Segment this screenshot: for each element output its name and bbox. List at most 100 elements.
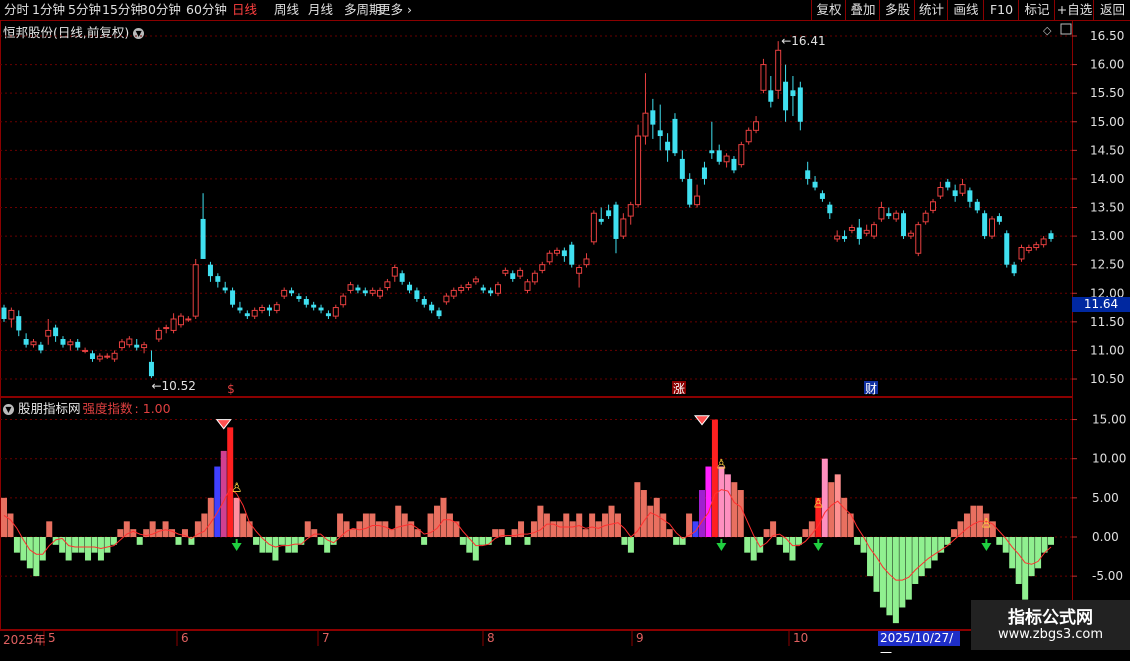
candle — [819, 190, 825, 202]
candle — [672, 113, 678, 157]
indicator-bar — [757, 537, 764, 553]
indicator-bar — [240, 513, 247, 537]
indicator-bar — [343, 521, 350, 537]
period-tab[interactable]: 30分钟 — [140, 2, 181, 18]
chart-canvas[interactable]: 16.50 16.00 15.50 15.00 14.50 14.00 13.50 13.00… — [0, 20, 1130, 650]
indicator-bar — [246, 521, 253, 537]
indicator-bar — [201, 513, 208, 537]
candle — [613, 201, 619, 254]
period-tab[interactable]: 5分钟 — [68, 2, 101, 18]
candle — [377, 287, 384, 299]
candle — [760, 58, 767, 94]
indicator-bar — [640, 490, 647, 537]
candle — [1011, 261, 1017, 277]
candle — [937, 181, 944, 199]
indicator-bar — [595, 521, 602, 537]
indicator-tick-label: 0.00 — [1092, 530, 1119, 544]
indicator-bar — [847, 513, 854, 537]
indicator-bar — [724, 474, 731, 537]
indicator-bar — [537, 505, 544, 537]
toolbar-button[interactable]: 复权 — [811, 0, 846, 20]
period-tab[interactable]: 多周期 — [344, 2, 382, 18]
candle — [790, 76, 796, 117]
period-tab[interactable]: 日线 — [232, 2, 257, 18]
candle — [399, 270, 405, 285]
candle — [495, 281, 502, 297]
candle — [465, 281, 472, 291]
indicator-bar — [317, 537, 324, 545]
candle — [185, 316, 192, 322]
indicator-bar — [175, 537, 182, 545]
period-tab[interactable]: 月线 — [308, 2, 333, 18]
candle — [118, 339, 125, 351]
indicator-bar — [918, 537, 925, 577]
person-signal-icon: ♙ — [716, 458, 728, 473]
indicator-tick-label: 15.00 — [1092, 413, 1126, 427]
candle — [650, 98, 656, 139]
event-mark[interactable]: 涨 — [673, 381, 685, 396]
candle — [414, 287, 420, 302]
toolbar-button[interactable]: 画线 — [947, 0, 984, 20]
indicator-bar — [1009, 537, 1016, 569]
candle — [989, 216, 996, 239]
toolbar-button[interactable]: 统计 — [914, 0, 948, 20]
period-tab[interactable]: 更多 › — [378, 2, 412, 18]
indicator-bar — [1022, 537, 1029, 600]
indicator-bar — [259, 537, 266, 553]
price-tick-label: 10.50 — [1090, 372, 1124, 386]
candle — [576, 264, 583, 288]
event-mark[interactable]: $ — [227, 382, 235, 396]
month-label: 9 — [636, 631, 644, 645]
candle — [134, 339, 140, 351]
toolbar-button[interactable]: F10 — [983, 0, 1019, 20]
diamond-icon[interactable]: ◇ — [1043, 24, 1052, 37]
period-tab[interactable]: 周线 — [274, 2, 299, 18]
period-tab[interactable]: 分时 — [4, 2, 29, 18]
toolbar-button[interactable]: 多股 — [879, 0, 915, 20]
candle — [517, 267, 524, 279]
candle — [111, 350, 118, 362]
period-tab[interactable]: 15分钟 — [102, 2, 143, 18]
current-price-label: 11.64 — [1072, 297, 1130, 312]
indicator-bar — [834, 474, 841, 537]
candle — [1, 304, 7, 322]
candle — [709, 121, 715, 159]
period-tab[interactable]: 60分钟 — [186, 2, 227, 18]
indicator-bar — [711, 419, 718, 537]
candle — [694, 184, 701, 208]
indicator-bar — [627, 537, 634, 553]
indicator-bar — [278, 537, 285, 545]
indicator-bar — [744, 537, 751, 553]
low-price-label: ←10.52 — [151, 379, 195, 393]
toolbar-button[interactable]: 返回 — [1093, 0, 1130, 20]
indicator-bar — [582, 529, 589, 537]
candle — [311, 301, 317, 311]
event-mark[interactable]: 财 — [865, 382, 877, 396]
candle — [886, 207, 892, 219]
candle — [627, 201, 634, 225]
candle — [701, 161, 707, 185]
candle — [1018, 244, 1025, 262]
indicator-bar — [440, 497, 447, 537]
indicator-bar — [776, 537, 783, 545]
candle — [665, 133, 671, 162]
person-signal-icon: ♙ — [981, 516, 993, 531]
month-label: 10 — [793, 631, 809, 645]
indicator-bar — [33, 537, 40, 577]
toolbar-button[interactable]: +自选 — [1054, 0, 1094, 20]
candle — [945, 178, 951, 191]
watermark-url: www.zbgs3.com — [997, 627, 1104, 642]
maximize-icon[interactable] — [1060, 23, 1072, 35]
candle — [510, 270, 516, 282]
candle — [443, 293, 450, 305]
candle — [657, 104, 663, 151]
toolbar-button[interactable]: 叠加 — [845, 0, 880, 20]
indicator-bar — [466, 537, 473, 553]
period-tab[interactable]: 1分钟 — [32, 2, 65, 18]
candle — [259, 304, 266, 314]
candle — [23, 333, 29, 348]
indicator-bar — [26, 537, 33, 569]
diamond-signal-icon — [693, 415, 711, 426]
candle — [922, 210, 929, 225]
toolbar-button[interactable]: 标记 — [1018, 0, 1055, 20]
